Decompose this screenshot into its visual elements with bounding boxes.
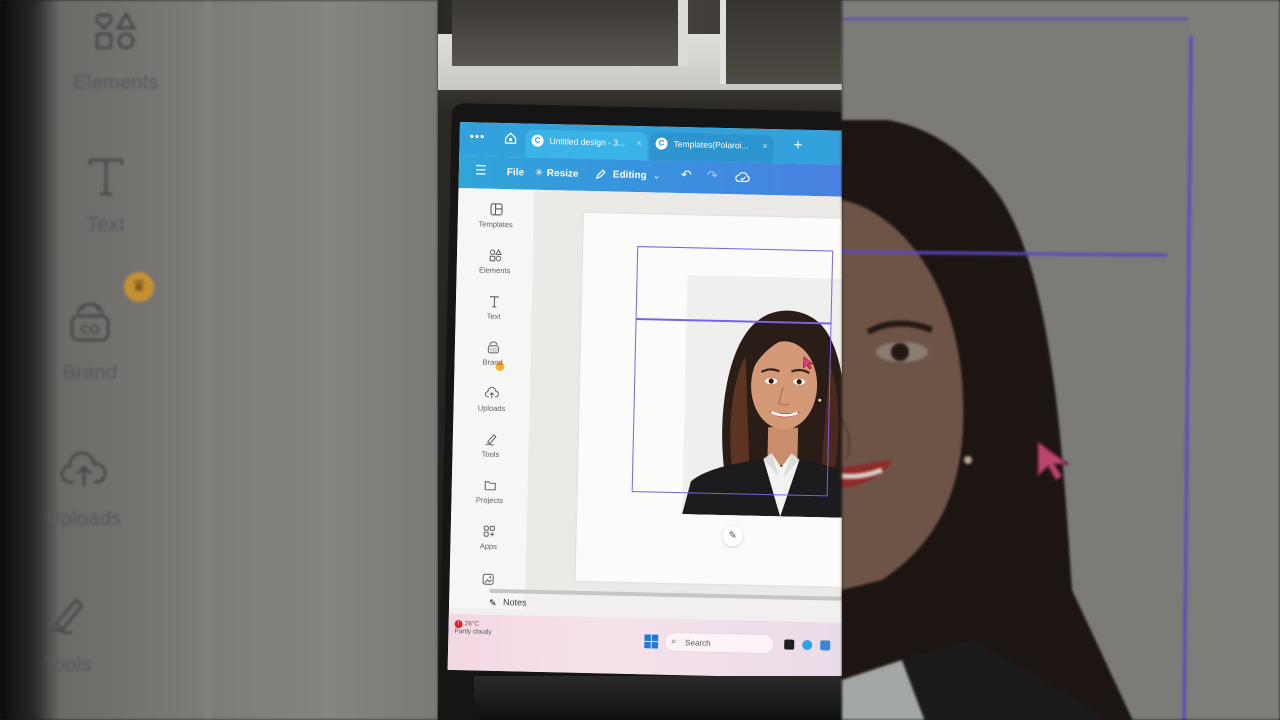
- zoomed-portrait: [842, 120, 1142, 720]
- video-frame: Elements Text ♛ CO Brand Uploads Tools •…: [0, 0, 1280, 720]
- brand-kit-icon: CO: [487, 341, 499, 354]
- alert-icon: !: [454, 620, 463, 629]
- close-tab-icon[interactable]: ×: [762, 141, 767, 151]
- shapes-icon: [95, 10, 137, 50]
- zoom-item-label: Brand: [62, 362, 118, 384]
- zoom-item-label: Tools: [43, 654, 93, 676]
- editor-sidebar: Templates Elements Text CO Brand Uploads…: [448, 187, 535, 610]
- sidebar-item-label: Text: [486, 311, 501, 321]
- zoomed-canvas-panel: [842, 0, 1280, 720]
- os-taskbar: ! 26°C Partly cloudy ⌕ Search: [447, 613, 842, 679]
- zoom-item-label: Uploads: [46, 508, 122, 530]
- redo-icon[interactable]: ↷: [707, 168, 718, 184]
- sidebar-item-label: Elements: [478, 265, 511, 276]
- premium-crown-icon: ♛: [124, 272, 154, 302]
- cloud-saved-icon[interactable]: [735, 171, 751, 183]
- chevron-down-icon[interactable]: ⌄: [653, 170, 661, 181]
- sidebar-item-apps[interactable]: Apps: [450, 524, 527, 552]
- sidebar-item-brand[interactable]: CO Brand: [454, 340, 531, 368]
- browser-tab-design[interactable]: C Untitled design - 3... ×: [525, 129, 648, 161]
- pencil-icon: [595, 169, 606, 180]
- editing-mode-dropdown[interactable]: Editing: [613, 169, 647, 181]
- zoom-item-elements: Elements: [36, 10, 196, 95]
- zoomed-selection-edge: [842, 18, 1188, 20]
- canva-logo-icon: C: [531, 134, 544, 147]
- tab-label: Templates(Polaroi...: [673, 138, 749, 151]
- pen-tool-icon: [484, 434, 497, 446]
- selection-frame[interactable]: [631, 246, 834, 497]
- weather-widget[interactable]: ! 26°C Partly cloudy: [454, 620, 492, 637]
- home-icon[interactable]: [503, 131, 517, 145]
- laptop-photo: ••• C Untitled design - 3... × C Templat…: [438, 0, 842, 720]
- weather-condition: Partly cloudy: [454, 628, 492, 636]
- laptop-base: [474, 676, 842, 720]
- browser-tab-templates[interactable]: C Templates(Polaroi... ×: [649, 132, 774, 164]
- text-icon: [88, 158, 124, 196]
- sidebar-item-label: Projects: [475, 495, 504, 506]
- zoom-item-label: Text: [87, 214, 125, 236]
- zoom-item-text: Text: [26, 152, 186, 237]
- sidebar-item-label: Apps: [479, 541, 498, 551]
- sidebar-item-label: Brand: [482, 357, 503, 368]
- zoom-item-label: Elements: [73, 72, 159, 94]
- zoom-item-brand: CO Brand: [10, 300, 170, 385]
- pen-tool-icon: [49, 597, 85, 635]
- zoom-item-tools: Tools: [0, 592, 148, 677]
- cloud-upload-icon: [484, 387, 499, 399]
- text-icon: [489, 296, 499, 308]
- design-canvas-area: ✎: [525, 189, 842, 597]
- hamburger-menu-icon[interactable]: ☰: [475, 162, 487, 178]
- windows-start-icon[interactable]: [644, 634, 659, 649]
- svg-text:CO: CO: [489, 347, 496, 352]
- resize-button[interactable]: Resize: [547, 168, 579, 180]
- sparkle-icon: ✳: [534, 167, 544, 179]
- edge-browser-icon[interactable]: [802, 639, 813, 651]
- taskbar-search[interactable]: ⌕ Search: [664, 631, 775, 655]
- sidebar-item-templates[interactable]: Templates: [458, 202, 535, 230]
- close-tab-icon[interactable]: ×: [636, 138, 641, 148]
- folder-icon: [484, 481, 496, 491]
- browser-menu-icon[interactable]: •••: [470, 129, 486, 143]
- sidebar-item-label: Uploads: [477, 403, 506, 414]
- taskbar-app-icon[interactable]: [784, 639, 795, 650]
- taskbar-app-icon[interactable]: [820, 640, 831, 651]
- templates-icon: [489, 203, 503, 216]
- cloud-upload-icon: [60, 451, 107, 486]
- notes-button[interactable]: Notes: [503, 597, 527, 608]
- file-menu-button[interactable]: File: [507, 167, 524, 178]
- tab-label: Untitled design - 3...: [549, 136, 626, 148]
- svg-text:CO: CO: [80, 322, 100, 337]
- undo-icon[interactable]: ↶: [681, 167, 692, 183]
- notes-icon[interactable]: ✎: [489, 598, 497, 609]
- zoom-item-uploads: Uploads: [4, 446, 164, 531]
- sidebar-item-tools[interactable]: Tools: [452, 432, 529, 460]
- canva-logo-icon: C: [655, 137, 668, 150]
- sidebar-item-projects[interactable]: Projects: [451, 478, 528, 506]
- magic-media-icon: [482, 573, 494, 585]
- sidebar-item-uploads[interactable]: Uploads: [453, 386, 530, 414]
- sidebar-item-label: Tools: [481, 449, 500, 459]
- sidebar-item-elements[interactable]: Elements: [457, 248, 534, 276]
- zoomed-sidebar-panel: Elements Text ♛ CO Brand Uploads Tools: [0, 0, 438, 720]
- weather-temp: 26°C: [464, 620, 480, 628]
- mouse-cursor-icon: [803, 356, 814, 370]
- sidebar-item-text[interactable]: Text: [456, 294, 533, 322]
- brand-kit-icon: CO: [70, 302, 110, 342]
- sidebar-item-magic-media[interactable]: [449, 572, 525, 591]
- search-placeholder: Search: [685, 638, 711, 648]
- shapes-icon: [489, 248, 502, 262]
- laptop-screen: ••• C Untitled design - 3... × C Templat…: [447, 122, 842, 679]
- background-window: [438, 0, 842, 90]
- sidebar-item-label: Templates: [478, 219, 513, 230]
- apps-grid-icon: [483, 525, 495, 537]
- search-icon: ⌕: [671, 635, 677, 647]
- new-tab-icon[interactable]: +: [793, 137, 802, 154]
